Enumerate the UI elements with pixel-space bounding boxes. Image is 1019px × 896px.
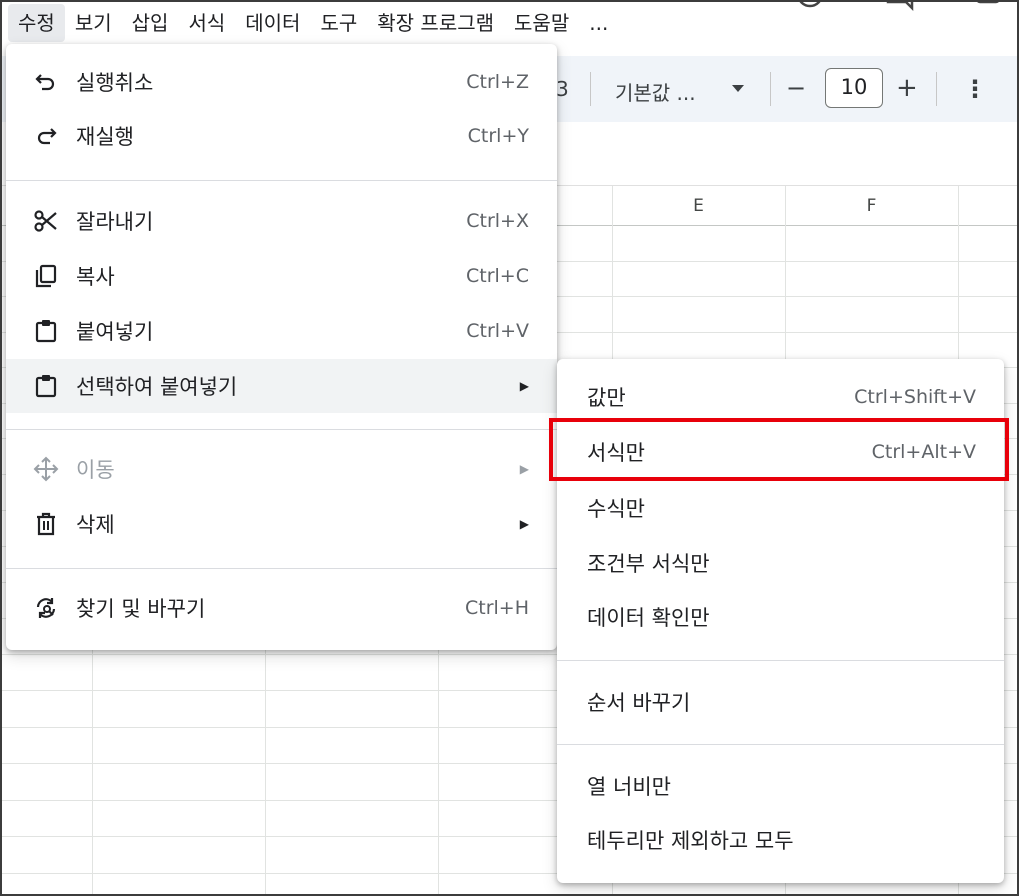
menu-divider [6,180,557,181]
toolbar-separator [590,72,591,106]
menu-item-label: 붙여넣기 [76,320,154,344]
copy-icon [32,262,60,290]
menu-divider [6,568,557,569]
menu-item-label: 데이터 확인만 [587,606,710,630]
menu-data[interactable]: 데이터 [235,4,310,42]
find-replace-icon [32,594,60,622]
menu-item-label: 삭제 [76,513,115,537]
paste-special-submenu: 값만 Ctrl+Shift+V 서식만 Ctrl+Alt+V 수식만 조건부 서… [557,359,1004,883]
menu-item-shortcut: Ctrl+X [466,210,529,232]
menu-item-values-only[interactable]: 값만 Ctrl+Shift+V [557,370,1004,424]
menu-item-paste-special[interactable]: 선택하여 붙여넣기 ▶ [6,359,557,413]
column-header-e[interactable]: E [612,186,785,226]
menu-insert[interactable]: 삽입 [122,4,179,42]
menu-item-data-validation-only[interactable]: 데이터 확인만 [557,590,1004,644]
menu-item-cut[interactable]: 잘라내기 Ctrl+X [6,194,557,248]
menu-item-format-only[interactable]: 서식만 Ctrl+Alt+V [557,425,1004,479]
menu-edit[interactable]: 수정 [8,4,65,42]
menu-item-label: 테두리만 제외하고 모두 [587,829,794,853]
meet-icon[interactable] [975,0,1003,12]
font-size-input[interactable]: 10 [825,68,883,108]
menu-item-label: 조건부 서식만 [587,552,710,576]
menu-extensions[interactable]: 확장 프로그램 [367,4,504,42]
menu-item-label: 이동 [76,458,115,482]
trash-icon [32,510,60,538]
menu-item-move[interactable]: 이동 ▶ [6,442,557,496]
column-header-f[interactable]: F [785,186,958,226]
menu-item-shortcut: Ctrl+Shift+V [854,386,976,408]
move-icon [32,455,60,483]
menu-item-label: 실행취소 [76,71,154,95]
menu-help[interactable]: 도움말 [504,4,579,42]
menu-item-label: 열 너비만 [587,775,671,799]
menu-divider [6,429,557,430]
menu-item-shortcut: Ctrl+Z [466,71,529,93]
menu-item-shortcut: Ctrl+Y [467,125,529,147]
menu-item-all-except-borders[interactable]: 테두리만 제외하고 모두 [557,813,1004,867]
undo-icon [32,68,60,96]
menu-item-label: 수식만 [587,497,645,521]
menu-item-shortcut: Ctrl+Alt+V [871,441,976,463]
toolbar-partial-text: 3 [556,77,569,101]
menu-item-label: 순서 바꾸기 [587,691,691,715]
menu-item-formula-only[interactable]: 수식만 [557,481,1004,535]
menu-item-label: 복사 [76,265,115,289]
menu-item-label: 선택하여 붙여넣기 [76,375,238,399]
menu-item-label: 값만 [587,386,626,410]
menu-item-shortcut: Ctrl+C [466,265,529,287]
menu-item-undo[interactable]: 실행취소 Ctrl+Z [6,55,557,109]
menu-divider [557,744,1004,745]
toolbar-separator [936,72,937,106]
menu-format[interactable]: 서식 [178,4,235,42]
menu-item-shortcut: Ctrl+H [464,597,529,619]
menu-bar: 수정 보기 삽입 서식 데이터 도구 확장 프로그램 도움말 ... [0,0,1019,46]
menu-item-find-replace[interactable]: 찾기 및 바꾸기 Ctrl+H [6,581,557,635]
caret-down-icon[interactable] [731,84,745,94]
submenu-arrow-icon: ▶ [519,517,529,531]
menu-item-label: 서식만 [587,441,645,465]
increase-font-size-button[interactable]: + [896,73,918,103]
menu-tools[interactable]: 도구 [310,4,367,42]
font-family-select[interactable]: 기본값 ... [615,77,696,106]
edit-menu: 실행취소 Ctrl+Z 재실행 Ctrl+Y 잘라내기 Ctrl+X 복사 Ct… [6,44,557,650]
redo-icon [32,122,60,150]
clipboard-icon [32,317,60,345]
menu-item-column-width-only[interactable]: 열 너비만 [557,759,1004,813]
menu-item-delete[interactable]: 삭제 ▶ [6,497,557,551]
menu-item-transpose[interactable]: 순서 바꾸기 [557,675,1004,729]
scissors-icon [32,207,60,235]
menu-item-shortcut: Ctrl+V [466,320,529,342]
menu-item-paste[interactable]: 붙여넣기 Ctrl+V [6,304,557,358]
menu-item-copy[interactable]: 복사 Ctrl+C [6,249,557,303]
menu-item-label: 잘라내기 [76,210,154,234]
comment-icon[interactable] [886,0,914,12]
history-icon[interactable] [796,0,824,12]
menu-item-redo[interactable]: 재실행 Ctrl+Y [6,109,557,163]
menu-more[interactable]: ... [579,4,618,42]
more-options-icon[interactable]: ⋮ [963,75,987,103]
submenu-arrow-icon: ▶ [519,379,529,393]
menu-view[interactable]: 보기 [65,4,122,42]
menu-item-label: 재실행 [76,125,134,149]
toolbar-separator [770,72,771,106]
clipboard-icon [32,372,60,400]
submenu-arrow-icon: ▶ [519,462,529,476]
decrease-font-size-button[interactable]: − [786,74,806,102]
menu-item-label: 찾기 및 바꾸기 [76,597,206,621]
menu-item-conditional-format-only[interactable]: 조건부 서식만 [557,536,1004,590]
menu-divider [557,660,1004,661]
